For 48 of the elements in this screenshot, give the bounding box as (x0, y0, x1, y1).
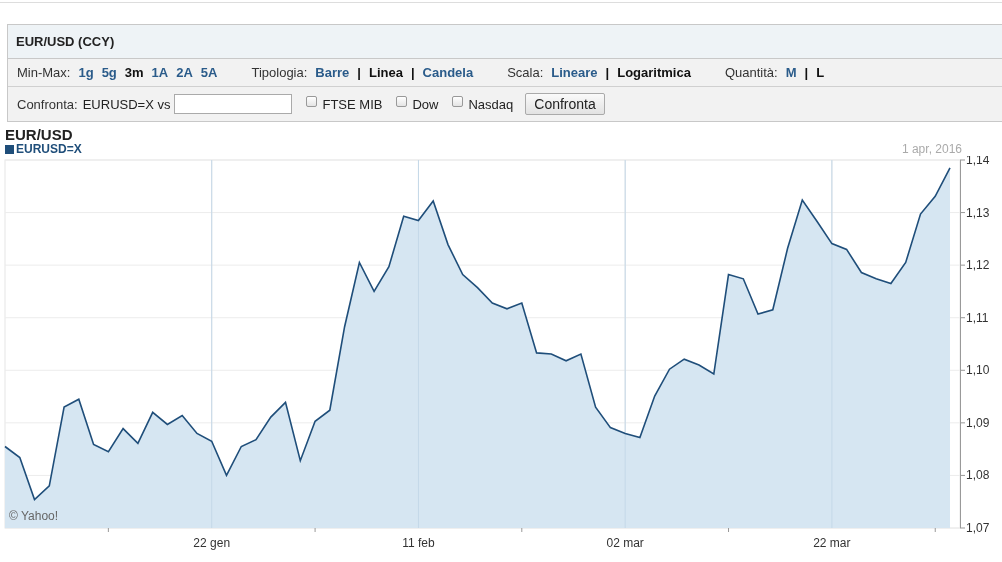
y-tick-label: 1,14 (966, 156, 990, 167)
option-label: Scala: (507, 65, 544, 80)
option-link[interactable]: Barre (315, 65, 350, 80)
y-tick-label: 1,09 (966, 415, 990, 430)
option-link[interactable]: 5g (101, 65, 117, 80)
option-link[interactable]: M (785, 65, 797, 80)
compare-button[interactable]: Confronta (525, 93, 605, 115)
checkbox[interactable] (306, 95, 318, 107)
chart-title: EUR/USD (5, 127, 74, 143)
y-tick-label: 1,07 (966, 521, 990, 535)
credit-text: © Yahoo! (9, 509, 59, 523)
x-tick-label: 11 feb (402, 536, 435, 550)
y-tick-label: 1,12 (966, 258, 990, 273)
option-label: Min-Max: (17, 65, 71, 80)
option-label: Tipologia: (251, 65, 308, 80)
separator: | (357, 65, 361, 80)
x-tick-label: 22 gen (193, 536, 231, 550)
checkbox-label: Nasdaq (468, 96, 514, 112)
option-link[interactable]: L (816, 65, 825, 80)
option-link[interactable]: Logaritmica (617, 65, 691, 80)
panel-title: EUR/USD (CCY) (8, 25, 1002, 59)
y-tick-label: 1,10 (966, 363, 990, 378)
checkbox[interactable] (452, 95, 464, 107)
compare-label: Confronta: (17, 96, 78, 112)
y-tick-label: 1,11 (966, 310, 989, 325)
option-label: Quantità: (724, 65, 778, 80)
chart-date: 1 apr, 2016 (901, 142, 962, 156)
checkbox[interactable] (396, 95, 408, 107)
separator: | (804, 65, 809, 80)
y-tick-label: 1,08 (966, 468, 990, 483)
compare-input-field[interactable] (174, 94, 293, 114)
legend-label: EURUSD=X (16, 143, 82, 156)
separator: | (605, 65, 610, 80)
option-link[interactable]: 1g (78, 65, 94, 80)
x-tick-label: 22 mar (813, 536, 851, 550)
checkbox-label: FTSE MIB (322, 96, 383, 112)
option-link[interactable]: 3m (124, 65, 144, 80)
option-link[interactable]: 5A (200, 65, 218, 80)
symbol-label: EURUSD=X vs (82, 96, 171, 112)
option-link[interactable]: 1A (151, 65, 169, 80)
option-link[interactable]: Linea (368, 65, 403, 80)
option-link[interactable]: 2A (176, 65, 193, 80)
checkbox-label: Dow (412, 96, 439, 112)
separator: | (410, 65, 415, 80)
option-link[interactable]: Candela (422, 65, 474, 80)
y-tick-label: 1,13 (966, 205, 990, 220)
x-tick-label: 02 mar (606, 536, 644, 550)
option-link[interactable]: Lineare (551, 65, 598, 80)
